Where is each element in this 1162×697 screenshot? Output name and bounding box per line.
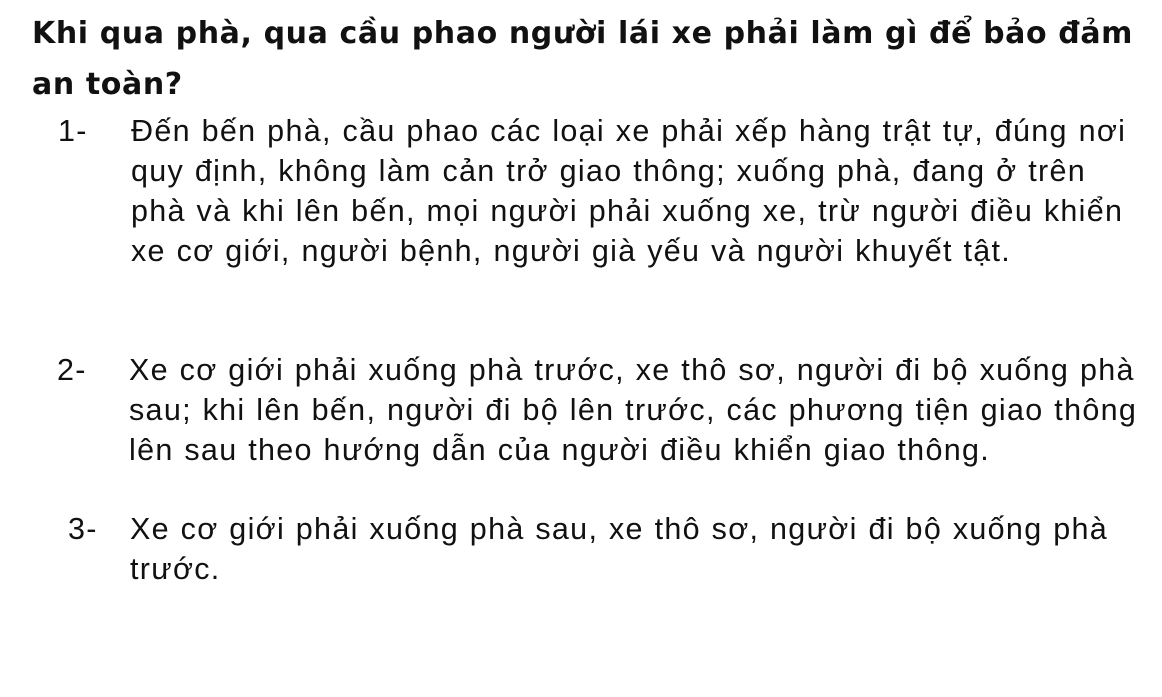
question-text: Khi qua phà, qua cầu phao người lái xe p… — [32, 16, 1134, 102]
answer-option-1[interactable]: 1- Đến bến phà, cầu phao các loại xe phả… — [58, 111, 1148, 271]
answer-text: Xe cơ giới phải xuống phà trước, xe thô … — [129, 353, 1138, 467]
answer-text: Xe cơ giới phải xuống phà sau, xe thô sơ… — [130, 512, 1109, 586]
answer-text: Đến bến phà, cầu phao các loại xe phải x… — [131, 114, 1127, 268]
answer-number: 2- — [57, 353, 87, 387]
answer-option-3[interactable]: 3- Xe cơ giới phải xuống phà sau, xe thô… — [68, 509, 1148, 589]
answer-option-2[interactable]: 2- Xe cơ giới phải xuống phà trước, xe t… — [57, 350, 1147, 470]
answer-number: 1- — [58, 114, 88, 148]
answer-number: 3- — [68, 512, 98, 546]
